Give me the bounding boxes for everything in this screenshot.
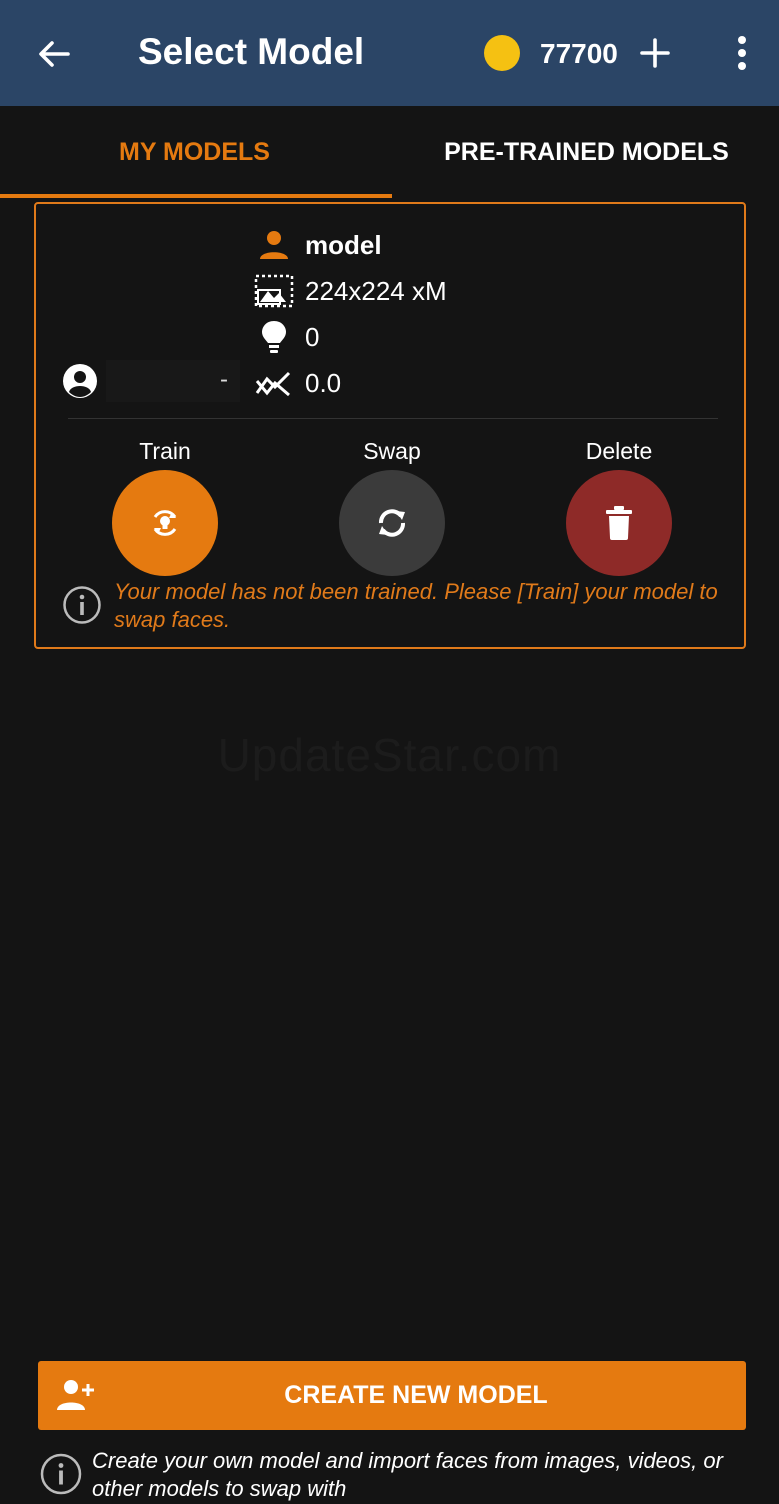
create-new-model-button[interactable]: CREATE NEW MODEL: [38, 1361, 746, 1430]
trash-icon: [606, 506, 632, 540]
tab-my-models[interactable]: MY MODELS: [0, 106, 389, 198]
credit-balance: 77700: [540, 38, 618, 69]
tab-pre-trained-models[interactable]: PRE-TRAINED MODELS: [392, 106, 779, 198]
delete-button[interactable]: [566, 470, 672, 576]
sync-icon: [379, 509, 405, 537]
swap-label: Swap: [363, 438, 421, 464]
back-arrow-icon[interactable]: [34, 34, 74, 74]
plus-icon[interactable]: [637, 35, 673, 71]
app-bar: Select Model 77700: [0, 0, 779, 106]
model-resolution-row: 224x224 xM: [254, 273, 447, 309]
swap-action: Swap: [337, 436, 447, 576]
model-name-row: model: [254, 227, 382, 263]
model-trained-count-row: 0: [254, 319, 319, 355]
info-icon: [63, 586, 101, 624]
train-button[interactable]: [112, 470, 218, 576]
model-score-row: 0.0: [254, 365, 341, 401]
active-tab-indicator: [0, 194, 392, 198]
delete-label: Delete: [585, 438, 653, 464]
tab-bar: MY MODELS PRE-TRAINED MODELS: [0, 106, 779, 198]
model-owner: -: [60, 358, 240, 404]
model-name: model: [305, 229, 382, 260]
train-icon: [153, 510, 177, 536]
person-icon: [254, 227, 294, 263]
create-new-model-label: CREATE NEW MODEL: [284, 1381, 548, 1409]
page-title: Select Model: [138, 31, 365, 72]
coin-icon: [484, 35, 520, 71]
footer-note: Create your own model and import faces f…: [92, 1448, 723, 1501]
account-circle-icon: [63, 364, 97, 398]
lightbulb-icon: [254, 319, 294, 355]
train-label: Train: [139, 438, 191, 464]
card-divider: [68, 418, 718, 419]
delete-action: Delete: [564, 436, 674, 576]
model-resolution: 224x224 xM: [305, 275, 447, 306]
image-resolution-icon: [254, 273, 294, 309]
chart-trend-icon: [254, 365, 294, 401]
owner-placeholder: -: [220, 366, 228, 393]
watermark-text: UpdateStar.com: [217, 729, 562, 781]
model-card[interactable]: model 224x224 xM 0 0.0 - Train Swap Dele…: [34, 202, 746, 649]
info-icon: [40, 1453, 82, 1495]
more-vert-icon[interactable]: [728, 33, 756, 73]
untrained-warning: Your model has not been trained. Please …: [114, 579, 718, 632]
swap-button[interactable]: [339, 470, 445, 576]
model-score: 0.0: [305, 367, 342, 398]
train-action: Train: [110, 436, 220, 576]
model-trained-count: 0: [305, 321, 320, 352]
